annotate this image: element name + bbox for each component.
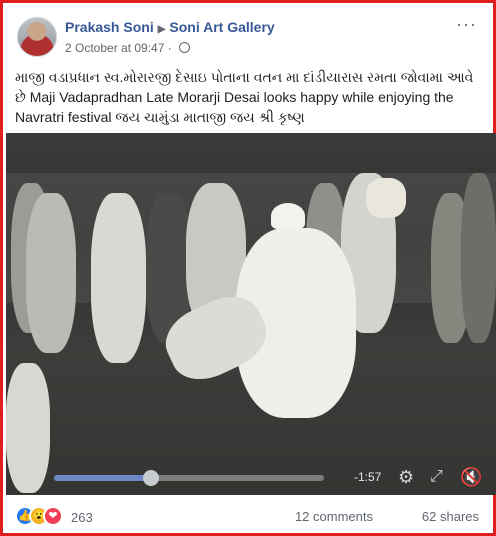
post-header: Prakash Soni ▶ Soni Art Gallery 2 October … xyxy=(15,15,481,59)
arrow-right-icon: ▶ xyxy=(157,24,166,35)
love-reaction-icon: ❤ xyxy=(43,506,63,526)
more-options-icon[interactable]: ··· xyxy=(456,15,477,33)
video-progress-bar[interactable] xyxy=(54,470,324,486)
comments-link[interactable]: 12 comments xyxy=(295,509,373,524)
author-name[interactable]: Prakash Soni xyxy=(65,19,154,35)
video-figure xyxy=(26,193,76,353)
dot-separator: · xyxy=(167,41,172,55)
avatar[interactable] xyxy=(17,17,57,57)
video-scrubber-handle[interactable] xyxy=(143,470,160,486)
post-card: Prakash Soni ▶ Soni Art Gallery 2 October … xyxy=(0,0,496,536)
video-figure xyxy=(366,178,406,218)
reaction-count: 263 xyxy=(71,510,93,525)
fullscreen-icon[interactable]: ⤢ xyxy=(430,468,443,486)
video-controls: -1:57 ⚙ ⤢ 🔇 xyxy=(6,459,496,495)
post-timestamp[interactable]: 2 October at 09:47 xyxy=(65,41,164,55)
video-figure xyxy=(461,173,496,343)
video-figure-cap xyxy=(271,203,305,229)
author-line: Prakash Soni ▶ Soni Art Gallery xyxy=(65,19,275,35)
volume-muted-icon[interactable]: 🔇 xyxy=(460,467,482,488)
video-figure xyxy=(91,193,146,363)
video-time-remaining: -1:57 xyxy=(354,470,382,484)
globe-icon xyxy=(179,42,191,53)
video-player[interactable]: -1:57 ⚙ ⤢ 🔇 xyxy=(6,133,496,495)
shares-link[interactable]: 62 shares xyxy=(422,509,479,524)
post-meta: 2 October at 09:47 · xyxy=(65,41,191,55)
video-progress-fill xyxy=(54,475,152,481)
settings-gear-icon[interactable]: ⚙ xyxy=(398,467,414,488)
page-name[interactable]: Soni Art Gallery xyxy=(169,19,274,35)
post-footer: 👍 😮 ❤ 263 12 comments 62 shares xyxy=(15,503,481,531)
post-caption: માજી વડાપ્રધાન સ્વ.મોરારજી દેસાઇ પોતાના … xyxy=(15,69,474,125)
